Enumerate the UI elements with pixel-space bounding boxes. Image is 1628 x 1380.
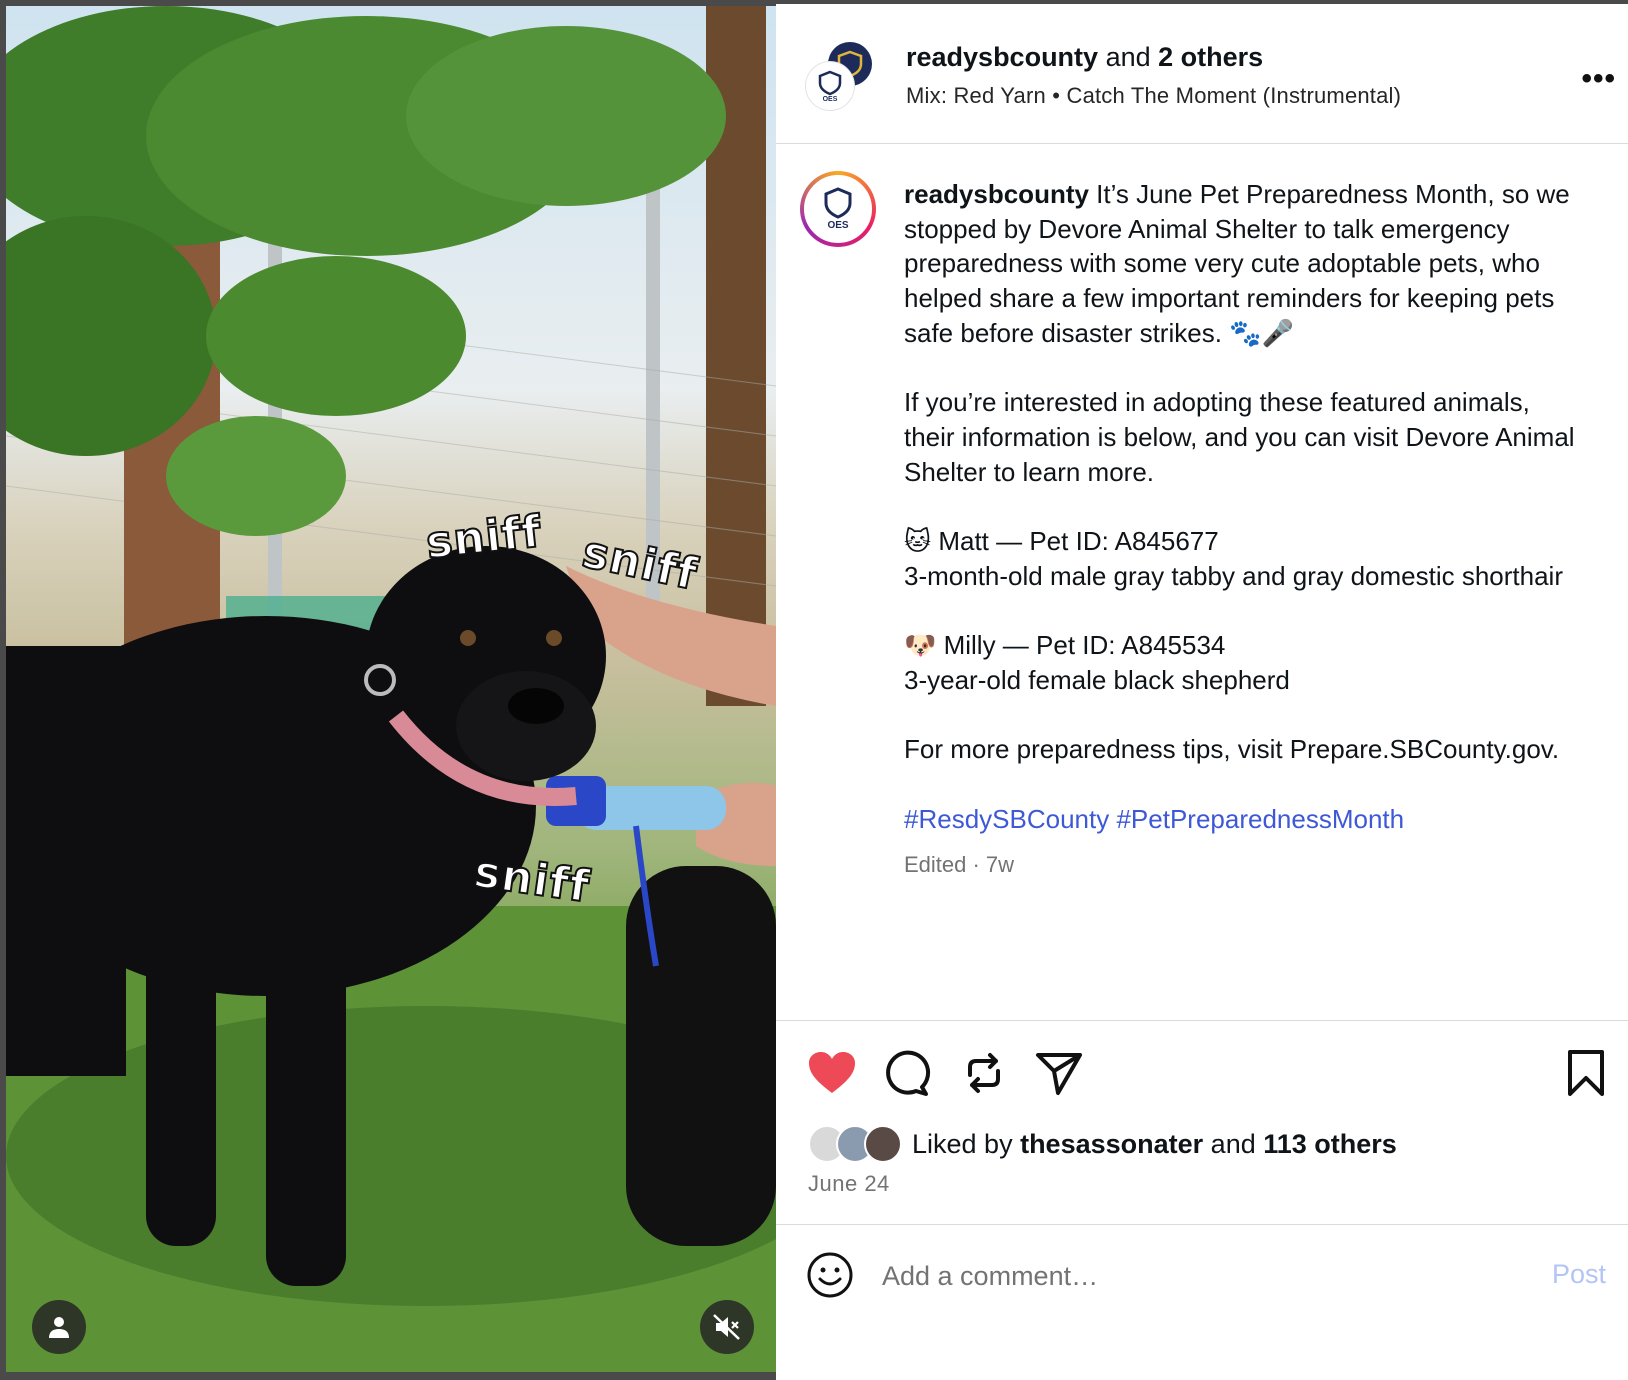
hashtag-link[interactable]: #ResdySBCounty bbox=[904, 804, 1109, 834]
post-photo bbox=[6, 6, 776, 1372]
caption-avatar[interactable]: OES bbox=[800, 171, 876, 247]
caption-meta: Edited · 7w bbox=[904, 852, 1015, 878]
collab-avatars[interactable]: OES bbox=[806, 42, 876, 114]
bookmark-icon bbox=[1568, 1050, 1604, 1096]
post-media[interactable]: sniff sniff sniff bbox=[6, 6, 776, 1372]
header-and: and bbox=[1098, 42, 1159, 72]
more-options-button[interactable]: ••• bbox=[1581, 62, 1616, 96]
hashtag-link[interactable]: #PetPreparednessMonth bbox=[1116, 804, 1404, 834]
pet-1-description: 3-month-old male gray tabby and gray dom… bbox=[904, 560, 1563, 591]
emoji-picker-button[interactable] bbox=[806, 1251, 854, 1299]
caption-username-link[interactable]: readysbcounty bbox=[904, 179, 1089, 209]
repost-icon bbox=[968, 1053, 1000, 1093]
like-button[interactable] bbox=[806, 1049, 858, 1097]
post-comment-button[interactable]: Post bbox=[1552, 1259, 1606, 1290]
send-icon bbox=[1036, 1053, 1082, 1095]
pet-2-description: 3-year-old female black shepherd bbox=[904, 664, 1290, 695]
tagged-users-button[interactable] bbox=[32, 1300, 86, 1354]
action-bar: Liked by thesassonater and 113 others Ju… bbox=[776, 1020, 1628, 1224]
smiley-icon bbox=[807, 1252, 853, 1298]
pet-1-id: 🐱 Matt — Pet ID: A845677 bbox=[904, 526, 1219, 556]
post-date[interactable]: June 24 bbox=[808, 1171, 890, 1197]
heart-filled-icon bbox=[809, 1052, 855, 1093]
avatar bbox=[864, 1125, 902, 1163]
comment-icon bbox=[886, 1050, 931, 1096]
post-details-panel: OES readysbcounty and 2 others Mix: Red … bbox=[776, 4, 1628, 1380]
audio-link[interactable]: Mix: Red Yarn • Catch The Moment (Instru… bbox=[906, 83, 1401, 109]
likes-text: Liked by thesassonater and 113 others bbox=[912, 1129, 1397, 1160]
header-title: readysbcounty and 2 others bbox=[906, 42, 1401, 73]
header-others-link[interactable]: 2 others bbox=[1158, 42, 1263, 72]
caption-paragraph: readysbcounty It’s June Pet Preparedness… bbox=[904, 177, 1584, 351]
likes-count-link[interactable]: 113 others bbox=[1263, 1129, 1397, 1159]
avatar-label: OES bbox=[827, 220, 849, 231]
header-text: readysbcounty and 2 others Mix: Red Yarn… bbox=[906, 42, 1401, 109]
comment-button[interactable] bbox=[882, 1049, 934, 1097]
pet-2-id: 🐶 Milly — Pet ID: A845534 bbox=[904, 630, 1226, 661]
caption-paragraph-2: If you’re interested in adopting these f… bbox=[904, 387, 1575, 487]
speaker-muted-icon bbox=[713, 1314, 740, 1340]
share-button[interactable] bbox=[1034, 1049, 1086, 1097]
repost-button[interactable] bbox=[958, 1049, 1010, 1097]
user-tag-icon bbox=[49, 1317, 69, 1338]
save-button[interactable] bbox=[1560, 1049, 1612, 1097]
post-header: OES readysbcounty and 2 others Mix: Red … bbox=[776, 4, 1628, 144]
liked-and: and bbox=[1203, 1128, 1264, 1159]
comment-bar: Post bbox=[776, 1224, 1628, 1328]
shield-icon bbox=[824, 187, 852, 219]
avatar[interactable]: OES bbox=[806, 62, 854, 110]
caption-text: readysbcounty It’s June Pet Preparedness… bbox=[904, 177, 1584, 883]
caption-area: OES readysbcounty It’s June Pet Prepared… bbox=[776, 145, 1628, 1020]
more-horizontal-icon: ••• bbox=[1581, 62, 1616, 95]
liker-avatars[interactable] bbox=[808, 1125, 906, 1163]
header-username-link[interactable]: readysbcounty bbox=[906, 42, 1098, 72]
avatar: OES bbox=[804, 175, 872, 243]
likes-summary: Liked by thesassonater and 113 others bbox=[808, 1125, 1397, 1163]
hashtags: #ResdySBCounty #PetPreparednessMonth bbox=[904, 802, 1584, 837]
caption-paragraph-3: For more preparedness tips, visit Prepar… bbox=[904, 734, 1560, 765]
shield-icon bbox=[818, 70, 842, 95]
avatar-label: OES bbox=[822, 95, 838, 103]
liker-username-link[interactable]: thesassonater bbox=[1020, 1129, 1203, 1159]
liked-by-prefix: Liked by bbox=[912, 1128, 1021, 1159]
comment-input[interactable] bbox=[882, 1255, 1482, 1297]
mute-toggle-button[interactable] bbox=[700, 1300, 754, 1354]
